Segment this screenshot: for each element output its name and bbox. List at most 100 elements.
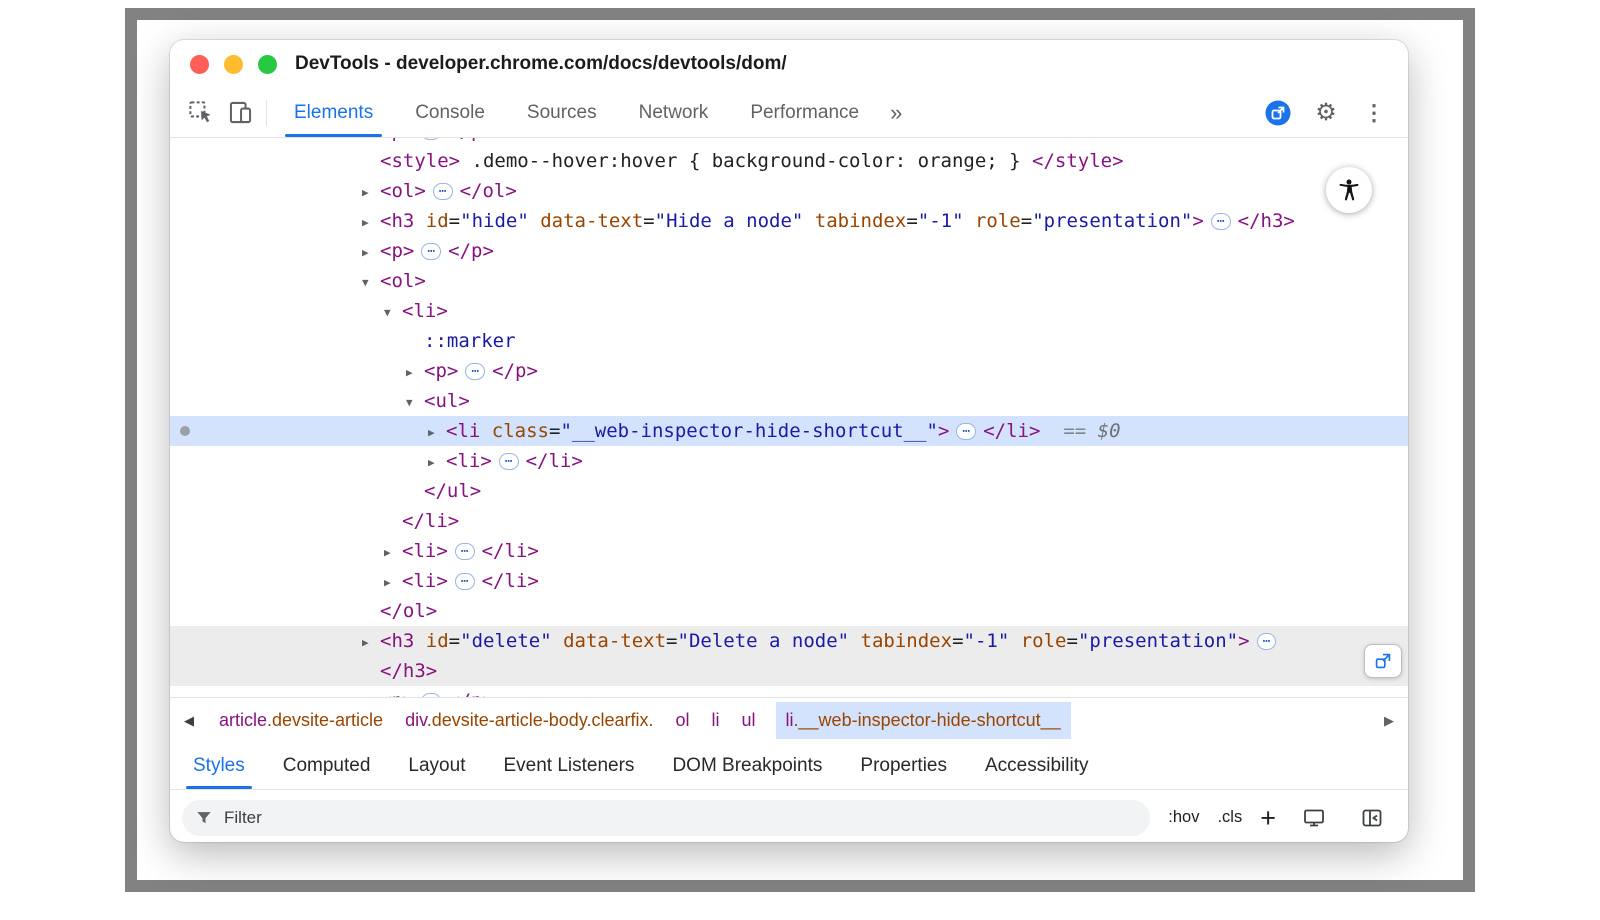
- tab-styles[interactable]: Styles: [174, 743, 264, 789]
- tab-accessibility[interactable]: Accessibility: [966, 743, 1107, 789]
- new-style-rule-button[interactable]: +: [1260, 808, 1276, 828]
- expand-ellipsis-button[interactable]: ⋯: [956, 423, 976, 440]
- code-token: "hide": [460, 210, 529, 232]
- tab-network[interactable]: Network: [618, 88, 730, 137]
- disclosure-collapsed-icon[interactable]: ▶: [428, 448, 446, 478]
- dom-node[interactable]: ▶<ol>⋯</ol>: [170, 176, 1408, 206]
- device-toolbar-icon: [227, 99, 254, 126]
- dom-node[interactable]: </ol>: [170, 596, 1408, 626]
- disclosure-expanded-icon[interactable]: ▼: [362, 268, 380, 298]
- code-token: =: [906, 210, 917, 232]
- breadcrumb-item[interactable]: li.__web-inspector-hide-shortcut__: [776, 702, 1071, 739]
- breadcrumb-item[interactable]: ol: [676, 710, 690, 731]
- dom-node[interactable]: ▶<h3 id="delete" data-text="Delete a nod…: [170, 626, 1408, 656]
- more-panels-button[interactable]: »: [880, 88, 912, 137]
- expand-ellipsis-button[interactable]: ⋯: [1257, 633, 1277, 650]
- code-token: </p>: [448, 690, 494, 697]
- breadcrumb-item[interactable]: ul: [742, 710, 756, 731]
- code-token: role: [1021, 630, 1067, 652]
- code-token: tabindex: [861, 630, 953, 652]
- breadcrumb-item[interactable]: li: [712, 710, 720, 731]
- breadcrumb-scroll-right-button[interactable]: ▶: [1370, 698, 1408, 743]
- element-classes-button[interactable]: .cls: [1217, 808, 1242, 827]
- close-window-button[interactable]: [190, 55, 209, 74]
- dom-node[interactable]: ▼<ul>: [170, 386, 1408, 416]
- dom-node[interactable]: </li>: [170, 506, 1408, 536]
- expand-ellipsis-button[interactable]: ⋯: [433, 183, 453, 200]
- expand-ellipsis-button[interactable]: ⋯: [465, 363, 485, 380]
- dom-node[interactable]: </h3>: [170, 656, 1408, 686]
- accessibility-overlay-button[interactable]: [1326, 167, 1372, 213]
- dom-node[interactable]: ▶<p>⋯</p>: [170, 356, 1408, 386]
- tab-console[interactable]: Console: [394, 88, 506, 137]
- disclosure-collapsed-icon[interactable]: ▶: [384, 568, 402, 598]
- breadcrumb-bar: ◀ article.devsite-article div.devsite-art…: [170, 697, 1408, 743]
- disclosure-collapsed-icon[interactable]: ▶: [362, 688, 380, 697]
- expand-ellipsis-button[interactable]: ⋯: [1211, 213, 1231, 230]
- breadcrumb-item[interactable]: div.devsite-article-body.clearfix.: [405, 710, 653, 731]
- tab-event-listeners[interactable]: Event Listeners: [484, 743, 653, 789]
- disclosure-collapsed-icon[interactable]: ▶: [428, 418, 446, 448]
- disclosure-collapsed-icon[interactable]: ▶: [406, 358, 424, 388]
- code-token: <li>: [402, 570, 448, 592]
- dom-node[interactable]: ▶<p>⋯</p>: [170, 236, 1408, 266]
- tab-performance[interactable]: Performance: [729, 88, 880, 137]
- tab-computed[interactable]: Computed: [264, 743, 390, 789]
- dom-node[interactable]: ::marker: [170, 326, 1408, 356]
- code-token: <h3: [380, 630, 414, 652]
- main-tab-strip: ElementsConsoleSourcesNetworkPerformance: [273, 88, 880, 137]
- dom-node[interactable]: ▶<p>⋯</p>: [170, 138, 1408, 146]
- code-token: <li>: [446, 450, 492, 472]
- tab-sources[interactable]: Sources: [506, 88, 618, 137]
- code-token: </h3>: [380, 660, 437, 682]
- more-options-menu-icon[interactable]: ⋮: [1354, 94, 1394, 132]
- expand-ellipsis-button[interactable]: ⋯: [421, 138, 441, 140]
- tab-dom-breakpoints[interactable]: DOM Breakpoints: [653, 743, 841, 789]
- tab-elements[interactable]: Elements: [273, 88, 394, 137]
- styles-filter-input[interactable]: [222, 807, 1138, 829]
- dom-node[interactable]: </ul>: [170, 476, 1408, 506]
- breadcrumb-scroll-left-button[interactable]: ◀: [170, 698, 208, 743]
- dom-node[interactable]: ▶<li>⋯</li>: [170, 536, 1408, 566]
- disclosure-expanded-icon[interactable]: ▼: [384, 298, 402, 328]
- devtools-window: DevTools - developer.chrome.com/docs/dev…: [170, 40, 1408, 842]
- rendering-emulation-button[interactable]: [1294, 799, 1334, 837]
- tab-layout[interactable]: Layout: [389, 743, 484, 789]
- expand-ellipsis-button[interactable]: ⋯: [455, 543, 475, 560]
- dom-node[interactable]: ▶<li>⋯</li>: [170, 446, 1408, 476]
- breadcrumb-item[interactable]: article.devsite-article: [219, 710, 383, 731]
- disclosure-collapsed-icon[interactable]: ▶: [362, 208, 380, 238]
- dom-node[interactable]: ▼<li>: [170, 296, 1408, 326]
- dom-node-selected[interactable]: ▶<li class="__web-inspector-hide-shortcu…: [170, 416, 1408, 446]
- code-token: "presentation": [1032, 210, 1192, 232]
- disclosure-collapsed-icon[interactable]: ▶: [362, 238, 380, 268]
- disclosure-collapsed-icon[interactable]: ▶: [362, 178, 380, 208]
- device-toolbar-button[interactable]: [220, 94, 260, 132]
- toggle-element-state-button[interactable]: :hov: [1168, 808, 1199, 827]
- expand-ellipsis-button[interactable]: ⋯: [421, 693, 441, 697]
- breadcrumb-list: article.devsite-article div.devsite-artic…: [208, 702, 1080, 739]
- accessibility-person-icon: [1336, 177, 1362, 203]
- dom-node[interactable]: ▶<p>⋯</p>: [170, 686, 1408, 697]
- disclosure-collapsed-icon[interactable]: ▶: [362, 628, 380, 658]
- zoom-window-button[interactable]: [258, 55, 277, 74]
- tab-properties[interactable]: Properties: [841, 743, 966, 789]
- settings-gear-icon[interactable]: ⚙: [1306, 94, 1346, 132]
- dom-node[interactable]: ▶<li>⋯</li>: [170, 566, 1408, 596]
- inspect-element-button[interactable]: [180, 94, 220, 132]
- dom-node[interactable]: ▶<h3 id="hide" data-text="Hide a node" t…: [170, 206, 1408, 236]
- dom-node[interactable]: ▼<ol>: [170, 266, 1408, 296]
- disclosure-expanded-icon[interactable]: ▼: [406, 388, 424, 418]
- dock-side-button[interactable]: [1258, 94, 1298, 132]
- disclosure-collapsed-icon[interactable]: ▶: [384, 538, 402, 568]
- scroll-into-view-button[interactable]: [1364, 644, 1402, 678]
- dom-node[interactable]: <style> .demo--hover:hover { background-…: [170, 146, 1408, 176]
- dom-tree: ▶<p>⋯</p><style> .demo--hover:hover { ba…: [170, 138, 1408, 697]
- expand-ellipsis-button[interactable]: ⋯: [499, 453, 519, 470]
- toggle-sidebar-button[interactable]: [1352, 799, 1392, 837]
- expand-ellipsis-button[interactable]: ⋯: [455, 573, 475, 590]
- minimize-window-button[interactable]: [224, 55, 243, 74]
- filter-field[interactable]: [182, 800, 1150, 836]
- code-token: =: [449, 210, 460, 232]
- expand-ellipsis-button[interactable]: ⋯: [421, 243, 441, 260]
